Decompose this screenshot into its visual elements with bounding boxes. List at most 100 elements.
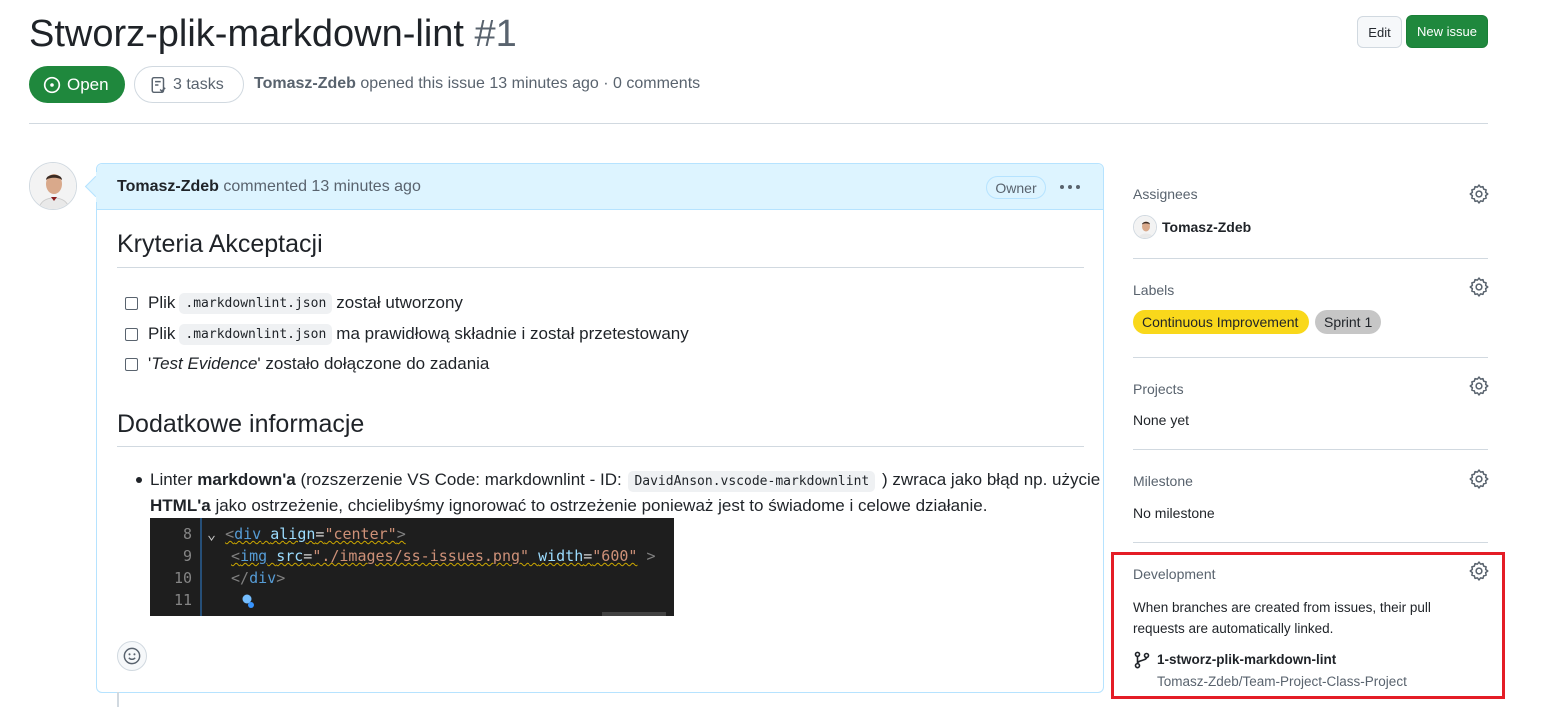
- code-token: src: [276, 547, 304, 565]
- code-token: div: [249, 569, 277, 587]
- gear-icon[interactable]: [1469, 469, 1489, 489]
- timeline-line: [117, 692, 119, 707]
- line-number: 9: [182, 547, 192, 565]
- development-heading[interactable]: Development: [1133, 566, 1216, 582]
- code-token: >: [396, 525, 406, 543]
- task-checkbox[interactable]: [125, 327, 138, 341]
- gear-icon[interactable]: [1469, 277, 1489, 297]
- code-token: <: [231, 547, 241, 565]
- comment-meta: Tomasz-Zdeb commented 13 minutes ago: [117, 178, 421, 196]
- smiley-icon: [123, 647, 141, 665]
- task-text-after: został utworzony: [336, 293, 463, 312]
- heading-divider: [117, 267, 1084, 268]
- issue-opened-text: opened this issue 13 minutes ago · 0 com…: [360, 75, 701, 92]
- code-token: >: [637, 547, 656, 565]
- heading-divider: [117, 446, 1084, 447]
- code-line: 8 ⌄ <div align="center">: [150, 523, 406, 545]
- issue-author-link[interactable]: Tomasz-Zdeb: [254, 75, 356, 92]
- assignee-name[interactable]: Tomasz-Zdeb: [1162, 219, 1251, 235]
- owner-badge: Owner: [986, 176, 1046, 199]
- code-token: "600": [592, 547, 638, 565]
- heading-additional: Dodatkowe informacje: [117, 410, 365, 438]
- line-number: 8: [182, 525, 192, 543]
- scrollbar-thumb: [602, 612, 666, 616]
- text-span: jako ostrzeżenie, chcielibyśmy ignorować…: [210, 496, 988, 515]
- development-description: When branches are created from issues, t…: [1133, 600, 1431, 636]
- bold-text: markdown'a: [197, 470, 296, 489]
- code-token: =: [303, 547, 313, 565]
- code-token: img: [240, 547, 268, 565]
- code-token: width: [538, 547, 584, 565]
- task-item: ' Test Evidence ' zostało dołączone do zad…: [125, 352, 489, 376]
- labels-heading[interactable]: Labels: [1133, 282, 1174, 298]
- heading-criteria: Kryteria Akceptacji: [117, 230, 323, 258]
- text-span: ) zwraca jako błąd np. użycie: [877, 470, 1101, 489]
- tasks-pill[interactable]: 3 tasks: [134, 66, 244, 103]
- gear-icon[interactable]: [1469, 376, 1489, 396]
- issue-title-text: Stworz-plik-markdown-lint: [29, 13, 464, 55]
- comment-author-link[interactable]: Tomasz-Zdeb: [117, 178, 219, 195]
- task-text-after: ma prawidłową składnie i został przetest…: [336, 324, 689, 343]
- sidebar-divider: [1133, 449, 1488, 450]
- inline-code: .markdownlint.json: [179, 292, 333, 314]
- checklist-icon: [151, 76, 166, 93]
- code-token: "center": [324, 525, 397, 543]
- task-item: Plik .markdownlint.json został utworzony: [125, 291, 463, 315]
- task-checkbox[interactable]: [125, 296, 138, 310]
- issue-opened-icon: [43, 76, 61, 93]
- header-divider: [29, 123, 1488, 124]
- branch-repo: Tomasz-Zdeb/Team-Project-Class-Project: [1157, 674, 1407, 689]
- fold-chevron-icon: ⌄: [207, 525, 217, 543]
- milestone-value: No milestone: [1133, 505, 1215, 521]
- task-text-before: Plik: [148, 293, 176, 312]
- projects-value: None yet: [1133, 412, 1190, 428]
- code-token: </: [231, 569, 250, 587]
- avatar[interactable]: [29, 162, 77, 210]
- bullet-text-continued: HTML'a jako ostrzeżenie, chcielibyśmy ig…: [150, 496, 987, 516]
- edit-button[interactable]: Edit: [1357, 16, 1402, 48]
- code-line: 10 </div>: [150, 567, 285, 589]
- bullet-text: Linter markdown'a (rozszerzenie VS Code:…: [150, 470, 1101, 492]
- task-text-after: ' zostało dołączone do zadania: [257, 354, 490, 373]
- issue-state-badge: Open: [29, 66, 125, 103]
- code-token: "./images/ss-issues.png": [312, 547, 530, 565]
- task-text-before: Plik: [148, 324, 176, 343]
- gear-icon[interactable]: [1469, 184, 1489, 204]
- branch-link[interactable]: 1-stworz-plik-markdown-lint: [1157, 652, 1336, 667]
- code-line: 11: [150, 589, 256, 611]
- add-reaction-button[interactable]: [117, 641, 147, 671]
- new-issue-button[interactable]: New issue: [1406, 15, 1488, 48]
- lightbulb-icon: [242, 594, 255, 608]
- code-token: align: [270, 525, 316, 543]
- line-number: 11: [173, 591, 192, 609]
- inline-code: DavidAnson.vscode-markdownlint: [628, 471, 876, 492]
- tasks-count: 3 tasks: [173, 75, 224, 93]
- code-token: div: [234, 525, 262, 543]
- label-sprint-1[interactable]: Sprint 1: [1315, 310, 1381, 334]
- milestone-heading[interactable]: Milestone: [1133, 473, 1193, 489]
- assignees-heading[interactable]: Assignees: [1133, 186, 1198, 202]
- projects-heading[interactable]: Projects: [1133, 381, 1184, 397]
- task-item: Plik .markdownlint.json ma prawidłową sk…: [125, 322, 689, 346]
- code-token: <: [225, 525, 235, 543]
- bullet-marker: [136, 477, 142, 483]
- bold-text: HTML'a: [150, 496, 211, 515]
- gear-icon[interactable]: [1469, 561, 1489, 581]
- kebab-horizontal-icon[interactable]: [1058, 177, 1082, 197]
- comment-time[interactable]: commented 13 minutes ago: [223, 178, 420, 195]
- label-continuous-improvement[interactable]: Continuous Improvement: [1133, 310, 1309, 334]
- sidebar-divider: [1133, 357, 1488, 358]
- comment-pointer-cover: [96, 172, 100, 202]
- task-checkbox[interactable]: [125, 357, 138, 371]
- sidebar-divider: [1133, 258, 1488, 259]
- issue-title: Stworz-plik-markdown-lint #1: [29, 10, 517, 58]
- task-text-italic: Test Evidence: [151, 354, 258, 373]
- code-token: >: [276, 569, 286, 587]
- issue-meta: Tomasz-Zdeb opened this issue 13 minutes…: [254, 75, 700, 93]
- inline-code: .markdownlint.json: [179, 323, 333, 345]
- code-screenshot: 8 ⌄ <div align="center"> 9 <img src="./i…: [150, 518, 674, 616]
- text-span: (rozszerzenie VS Code: markdownlint - ID…: [295, 470, 627, 489]
- assignee-avatar[interactable]: [1133, 215, 1157, 239]
- code-line: 9 <img src="./images/ss-issues.png" widt…: [150, 545, 656, 567]
- sidebar-divider: [1133, 542, 1488, 543]
